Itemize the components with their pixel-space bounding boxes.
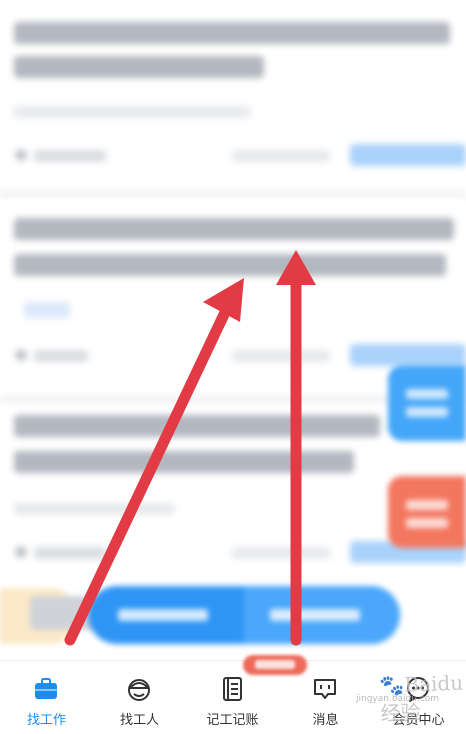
ledger-promo-badge — [243, 655, 307, 675]
location-icon — [16, 150, 26, 160]
job-meta — [14, 106, 250, 118]
job-feed[interactable] — [0, 0, 466, 660]
job-title-line — [14, 451, 354, 473]
cta-button-group[interactable] — [88, 586, 400, 644]
contact-button[interactable] — [350, 344, 466, 366]
job-location — [34, 350, 88, 362]
ledger-icon — [223, 677, 242, 701]
job-time — [232, 150, 330, 162]
job-tag — [24, 302, 70, 318]
tab-find-job[interactable]: 找工作 — [0, 661, 93, 734]
job-location — [34, 150, 106, 162]
floating-promo-red[interactable] — [388, 476, 466, 548]
job-title-line — [14, 56, 264, 78]
job-title-line — [14, 22, 450, 44]
tab-label: 消息 — [312, 713, 339, 728]
job-location — [34, 547, 106, 559]
job-time — [232, 547, 330, 559]
job-card[interactable] — [0, 0, 466, 190]
location-icon — [16, 350, 26, 360]
message-icon — [314, 679, 336, 699]
tab-label: 找工作 — [26, 713, 66, 728]
card-divider — [0, 190, 466, 200]
briefcase-icon — [35, 678, 57, 699]
job-title-line — [14, 218, 454, 240]
job-title-line — [14, 254, 446, 276]
location-icon — [16, 547, 26, 557]
bottom-cta[interactable] — [0, 580, 466, 650]
watermark-url: jingyan.baidu.com — [356, 694, 440, 704]
cta-primary-button[interactable] — [88, 586, 244, 644]
job-meta — [14, 503, 174, 515]
job-title-line — [14, 415, 380, 437]
tab-label: 记工记账 — [206, 713, 259, 728]
tab-label: 找工人 — [119, 713, 159, 728]
contact-button[interactable] — [350, 144, 466, 166]
worker-helmet-icon — [128, 679, 150, 701]
tab-find-worker[interactable]: 找工人 — [93, 661, 186, 734]
floating-promo-blue[interactable] — [388, 365, 466, 441]
job-time — [232, 350, 330, 362]
cta-secondary-button[interactable] — [244, 586, 400, 644]
